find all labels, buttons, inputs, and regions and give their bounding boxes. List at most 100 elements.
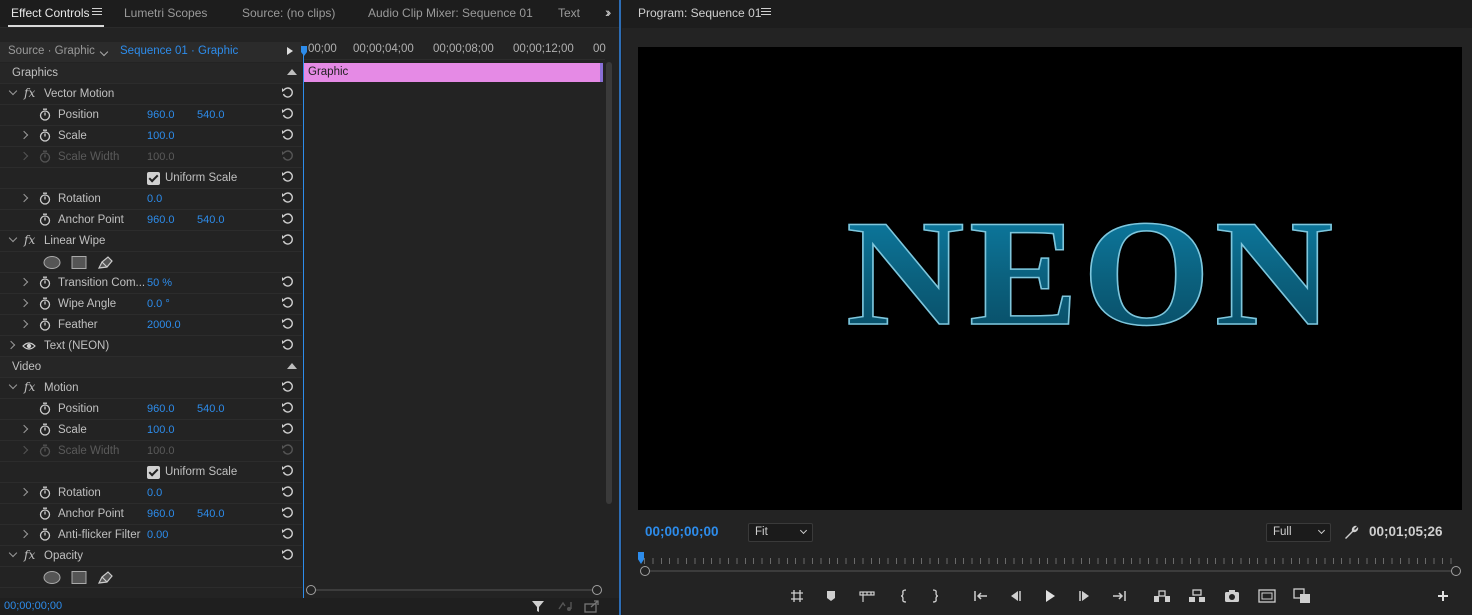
tab-effect-controls[interactable]: Effect Controls xyxy=(11,6,89,20)
safe-margins-icon[interactable] xyxy=(1257,586,1277,606)
position-y-value[interactable]: 540.0 xyxy=(197,403,225,415)
fx-icon[interactable]: fx xyxy=(24,548,35,562)
property-rotation[interactable]: Rotation 0.0 xyxy=(0,189,302,210)
effect-linear-wipe[interactable]: fx Linear Wipe xyxy=(0,231,302,252)
reset-icon[interactable] xyxy=(281,170,294,183)
wrench-icon[interactable] xyxy=(1343,524,1359,540)
stopwatch-icon[interactable] xyxy=(39,423,51,436)
uniform-scale-checkbox[interactable] xyxy=(147,172,160,185)
reset-icon[interactable] xyxy=(281,485,294,498)
tab-text[interactable]: Text xyxy=(558,6,580,20)
panel-menu-icon[interactable] xyxy=(92,8,102,17)
rotation-value[interactable]: 0.0 xyxy=(147,193,162,205)
add-marker-icon[interactable] xyxy=(821,586,841,606)
section-video[interactable]: Video xyxy=(0,357,302,378)
property-anchor-point[interactable]: Anchor Point 960.0 540.0 xyxy=(0,504,302,525)
reset-icon[interactable] xyxy=(281,191,294,204)
chevron-right-icon[interactable] xyxy=(19,130,29,140)
zoom-fit-dropdown[interactable]: Fit xyxy=(748,523,813,542)
mark-in-bracket-icon[interactable] xyxy=(894,586,914,606)
chevron-right-icon[interactable] xyxy=(19,298,29,308)
reset-icon[interactable] xyxy=(281,107,294,120)
feather-value[interactable]: 2000.0 xyxy=(147,319,181,331)
comparison-view-icon[interactable] xyxy=(1292,586,1312,606)
stopwatch-icon[interactable] xyxy=(39,108,51,121)
property-anti-flicker[interactable]: Anti-flicker Filter 0.00 xyxy=(0,525,302,546)
playhead-timecode[interactable]: 00;00;00;00 xyxy=(645,524,719,539)
collapse-arrow-icon[interactable] xyxy=(287,69,297,75)
reset-icon[interactable] xyxy=(281,233,294,246)
property-uniform-scale[interactable]: Uniform Scale xyxy=(0,168,302,189)
zoom-scrollbar[interactable] xyxy=(306,584,602,596)
property-position[interactable]: Position 960.0 540.0 xyxy=(0,105,302,126)
time-ruler[interactable]: 00;00 00;00;04;00 00;00;08;00 00;00;12;0… xyxy=(303,42,606,60)
property-uniform-scale[interactable]: Uniform Scale xyxy=(0,462,302,483)
current-timecode[interactable]: 00;00;00;00 xyxy=(4,600,62,612)
property-position[interactable]: Position 960.0 540.0 xyxy=(0,399,302,420)
tab-source[interactable]: Source: (no clips) xyxy=(242,6,335,20)
chevron-down-icon[interactable] xyxy=(8,380,18,390)
go-to-in-icon[interactable] xyxy=(971,586,991,606)
layer-text-neon[interactable]: Text (NEON) xyxy=(0,336,302,357)
reset-icon[interactable] xyxy=(281,212,294,225)
fx-icon[interactable]: fx xyxy=(24,233,35,247)
fx-icon[interactable]: fx xyxy=(24,86,35,100)
stopwatch-icon[interactable] xyxy=(39,486,51,499)
reset-icon[interactable] xyxy=(281,422,294,435)
master-clip-label[interactable]: Source · Graphic xyxy=(8,45,95,57)
step-back-icon[interactable] xyxy=(1005,586,1025,606)
stopwatch-icon[interactable] xyxy=(39,129,51,142)
reset-icon[interactable] xyxy=(281,296,294,309)
chevron-right-icon[interactable] xyxy=(19,529,29,539)
anchor-x-value[interactable]: 960.0 xyxy=(147,214,175,226)
mark-in-icon[interactable] xyxy=(857,586,877,606)
rotation-value[interactable]: 0.0 xyxy=(147,487,162,499)
chevron-right-icon[interactable] xyxy=(19,487,29,497)
collapse-arrow-icon[interactable] xyxy=(287,363,297,369)
section-graphics[interactable]: Graphics xyxy=(0,63,302,84)
go-to-out-icon[interactable] xyxy=(1109,586,1129,606)
reset-icon[interactable] xyxy=(281,548,294,561)
graphic-clip-bar[interactable]: Graphic xyxy=(303,63,603,82)
program-video-frame[interactable]: NEON xyxy=(638,47,1462,510)
reset-icon[interactable] xyxy=(281,464,294,477)
effect-motion[interactable]: fx Motion xyxy=(0,378,302,399)
stopwatch-icon[interactable] xyxy=(39,276,51,289)
property-anchor-point[interactable]: Anchor Point 960.0 540.0 xyxy=(0,210,302,231)
zoom-handle-right[interactable] xyxy=(592,585,602,595)
property-wipe-angle[interactable]: Wipe Angle 0.0 ° xyxy=(0,294,302,315)
scale-value[interactable]: 100.0 xyxy=(147,424,175,436)
tab-program[interactable]: Program: Sequence 01 xyxy=(638,6,761,20)
anchor-y-value[interactable]: 540.0 xyxy=(197,508,225,520)
zoom-handle-right[interactable] xyxy=(1451,566,1461,576)
stopwatch-icon[interactable] xyxy=(39,297,51,310)
reset-icon[interactable] xyxy=(281,401,294,414)
export-icon[interactable] xyxy=(584,599,600,613)
zoom-handle-left[interactable] xyxy=(640,566,650,576)
filter-icon[interactable] xyxy=(531,599,545,613)
stopwatch-icon[interactable] xyxy=(39,507,51,520)
reset-icon[interactable] xyxy=(281,380,294,393)
anchor-x-value[interactable]: 960.0 xyxy=(147,508,175,520)
reset-icon[interactable] xyxy=(281,317,294,330)
property-feather[interactable]: Feather 2000.0 xyxy=(0,315,302,336)
chevron-down-icon[interactable] xyxy=(8,233,18,243)
panel-menu-icon[interactable] xyxy=(761,8,771,17)
add-button-icon[interactable] xyxy=(1433,586,1453,606)
chevron-right-icon[interactable] xyxy=(19,277,29,287)
chevron-right-icon[interactable] xyxy=(19,424,29,434)
mark-out-bracket-icon[interactable] xyxy=(925,586,945,606)
monitor-time-ruler[interactable] xyxy=(638,552,1462,576)
zoom-handle-left[interactable] xyxy=(306,585,316,595)
more-tabs-icon[interactable]: ›› xyxy=(605,4,612,20)
play-triangle-icon[interactable] xyxy=(287,47,293,55)
property-scale[interactable]: Scale 100.0 xyxy=(0,126,302,147)
transition-completion-value[interactable]: 50 % xyxy=(147,277,172,289)
sequence-clip-label[interactable]: Sequence 01 · Graphic xyxy=(120,45,238,57)
uniform-scale-checkbox[interactable] xyxy=(147,466,160,479)
chevron-down-icon[interactable] xyxy=(8,86,18,96)
position-x-value[interactable]: 960.0 xyxy=(147,403,175,415)
add-marker-grid-icon[interactable] xyxy=(787,586,807,606)
effect-vector-motion[interactable]: fx Vector Motion xyxy=(0,84,302,105)
tab-audio-clip-mixer[interactable]: Audio Clip Mixer: Sequence 01 xyxy=(368,6,533,20)
